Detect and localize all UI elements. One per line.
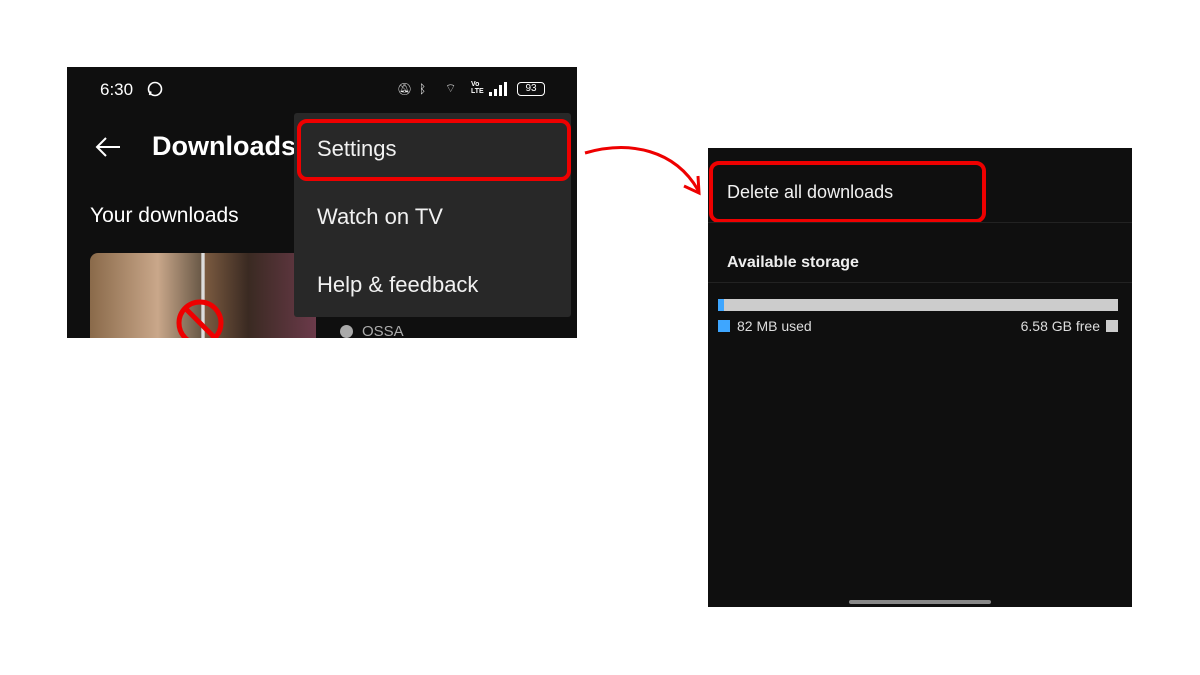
storage-used-fill [718,299,724,311]
downloads-settings-screen: Delete all downloads Available storage 8… [708,148,1132,607]
section-title: Your downloads [90,204,239,227]
free-legend-swatch [1106,320,1118,332]
video-thumbnail[interactable] [90,253,316,338]
storage-title: Available storage [727,254,859,271]
downloads-screen: 6:30 🔕︎ ᛒ ⌔ Vo LTE 93 Downloads Your down… [67,67,577,338]
menu-item-help-feedback[interactable]: Help & feedback [317,272,478,298]
mute-bell-icon: 🔕︎ [397,82,413,96]
volte-icon: Vo LTE [471,81,484,95]
storage-bar [718,299,1118,311]
settings-highlight [297,119,571,181]
channel-name: OSSA [362,323,404,338]
delete-highlight [709,161,986,223]
verified-icon [340,325,353,338]
prohibited-icon [176,299,224,338]
used-label: 82 MB used [737,318,812,334]
status-time: 6:30 [100,80,134,99]
wifi-icon: ⌔ [445,81,457,95]
page-title: Downloads [152,131,297,161]
divider [708,222,1132,223]
battery-icon: 93 [517,82,545,96]
divider [708,282,1132,283]
used-legend-swatch [718,320,730,332]
pointer-arrow [584,146,701,196]
arrow-left-icon[interactable] [94,135,122,159]
free-label: 6.58 GB free [1020,318,1100,334]
overflow-menu: Settings Watch on TV Help & feedback [294,113,571,317]
menu-item-watch-on-tv[interactable]: Watch on TV [317,204,443,230]
gesture-bar[interactable] [849,600,991,604]
bluetooth-icon: ᛒ [419,82,427,96]
signal-icon [489,82,507,96]
battery-level: 93 [525,83,537,94]
whatsapp-icon [147,81,163,97]
